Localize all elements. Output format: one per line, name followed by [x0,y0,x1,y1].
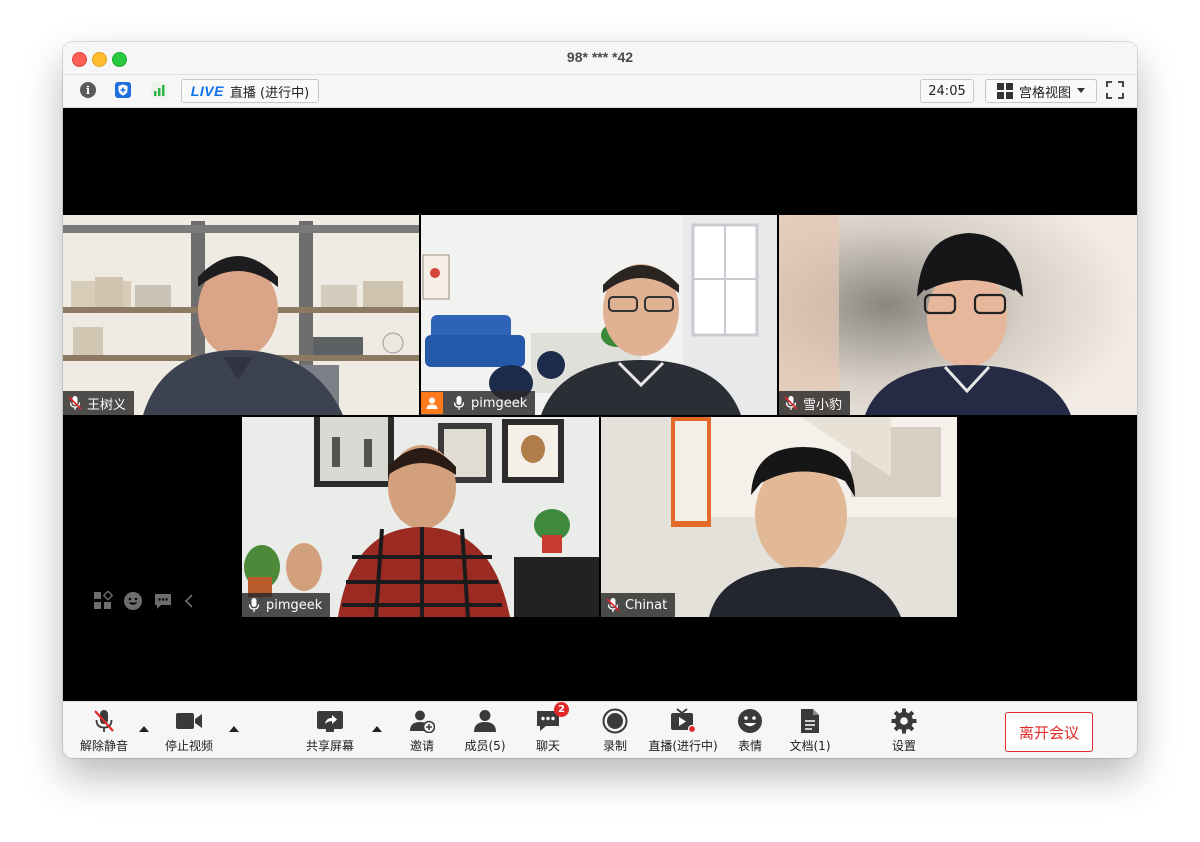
participant-name: pimgeek [471,395,528,411]
muted-mic-icon [606,598,620,612]
documents-button[interactable]: 文档(1) [770,708,850,754]
leave-meeting-button[interactable]: 离开会议 [1005,712,1093,752]
info-icon: i [80,82,96,98]
meeting-window: 98* *** *42 i LIVE 直播 (进行中) 24:05 宫格视图 王… [63,42,1137,758]
meeting-toolbar: 解除静音 停止视频 共享屏幕 邀请 成员(5) 2 聊天 录制 直播(进行中) … [63,701,1137,758]
participant-nametag: Chinat [601,593,676,617]
video-avatar-badge [421,392,443,414]
video-tile-pimgeek-top[interactable]: pimgeek [421,215,777,415]
participants-icon [474,710,496,732]
settings-button[interactable]: 设置 [864,708,944,754]
livestream-status-button[interactable]: LIVE 直播 (进行中) [181,79,319,103]
apps-grid-icon[interactable] [93,591,113,611]
share-screen-icon [317,711,343,732]
unmute-button[interactable]: 解除静音 [64,708,144,754]
video-tile-xuexiaobao[interactable]: 雪小豹 [779,215,1137,415]
gallery-side-tools [93,591,195,611]
share-screen-button[interactable]: 共享屏幕 [290,708,370,754]
mic-icon [453,396,465,410]
muted-mic-icon [784,396,798,410]
chat-unread-badge: 2 [554,702,569,717]
participant-nametag: 王树义 [63,391,135,415]
signal-bars-icon [151,82,167,98]
video-gallery: 王树义 pimgeek 雪小豹 pimgeek Chinat [63,108,1137,701]
record-icon [602,708,628,734]
person-icon [426,397,438,409]
muted-mic-icon [94,710,114,732]
view-mode-dropdown[interactable]: 宫格视图 [985,79,1097,103]
livestream-tv-icon [671,708,697,734]
documents-label: 文档(1) [789,739,831,753]
meeting-info-button[interactable]: i [79,79,97,101]
shield-icon [115,82,131,98]
video-tile-pimgeek-active[interactable]: pimgeek [242,417,599,617]
chevron-left-icon[interactable] [183,591,195,611]
participant-name: pimgeek [266,597,323,613]
participant-video [601,417,957,617]
participant-nametag: 雪小豹 [779,391,851,415]
document-icon [801,709,819,733]
share-screen-label: 共享屏幕 [305,739,354,753]
meeting-info-bar: i LIVE 直播 (进行中) 24:05 宫格视图 [63,75,1137,108]
meeting-timer: 24:05 [920,79,974,103]
video-options-caret[interactable] [229,726,239,732]
timer-text: 24:05 [928,83,966,99]
emoji-icon[interactable] [123,591,143,611]
chat-bubble-icon[interactable] [153,591,173,611]
participant-video [63,215,419,415]
stop-video-label: 停止视频 [164,739,213,753]
leave-meeting-label: 离开会议 [1018,723,1079,742]
video-tile-wangshuyi[interactable]: 王树义 [63,215,419,415]
muted-mic-icon [68,396,82,410]
smiley-icon [738,709,762,733]
audio-options-caret[interactable] [139,726,149,732]
participant-nametag: pimgeek [242,593,331,617]
grid-view-icon [996,83,1013,99]
fullscreen-icon [1106,81,1124,99]
window-title: 98* *** *42 [566,49,634,65]
share-options-caret[interactable] [372,726,382,732]
participant-name: 王树义 [87,397,127,413]
live-status-text: 直播 (进行中) [229,85,310,101]
unmute-label: 解除静音 [79,739,128,753]
view-mode-label: 宫格视图 [1018,85,1071,101]
participant-name: 雪小豹 [803,397,843,413]
participant-video [779,215,1137,415]
settings-label: 设置 [891,739,916,753]
stop-video-button[interactable]: 停止视频 [149,708,229,754]
participant-nametag: pimgeek [421,391,536,415]
title-bar: 98* *** *42 [63,42,1137,75]
fullscreen-button[interactable] [1105,79,1125,101]
add-person-icon [410,710,435,733]
video-tile-chinat[interactable]: Chinat [601,417,957,617]
participant-video [421,215,777,415]
participant-name: Chinat [625,597,668,613]
video-camera-icon [176,713,202,729]
chevron-down-icon [1077,88,1085,93]
gear-icon [891,708,917,734]
security-button[interactable] [113,79,133,101]
mic-icon [248,598,260,612]
live-label: LIVE [190,83,224,99]
participant-video [242,417,599,617]
network-status-button[interactable] [149,79,169,101]
